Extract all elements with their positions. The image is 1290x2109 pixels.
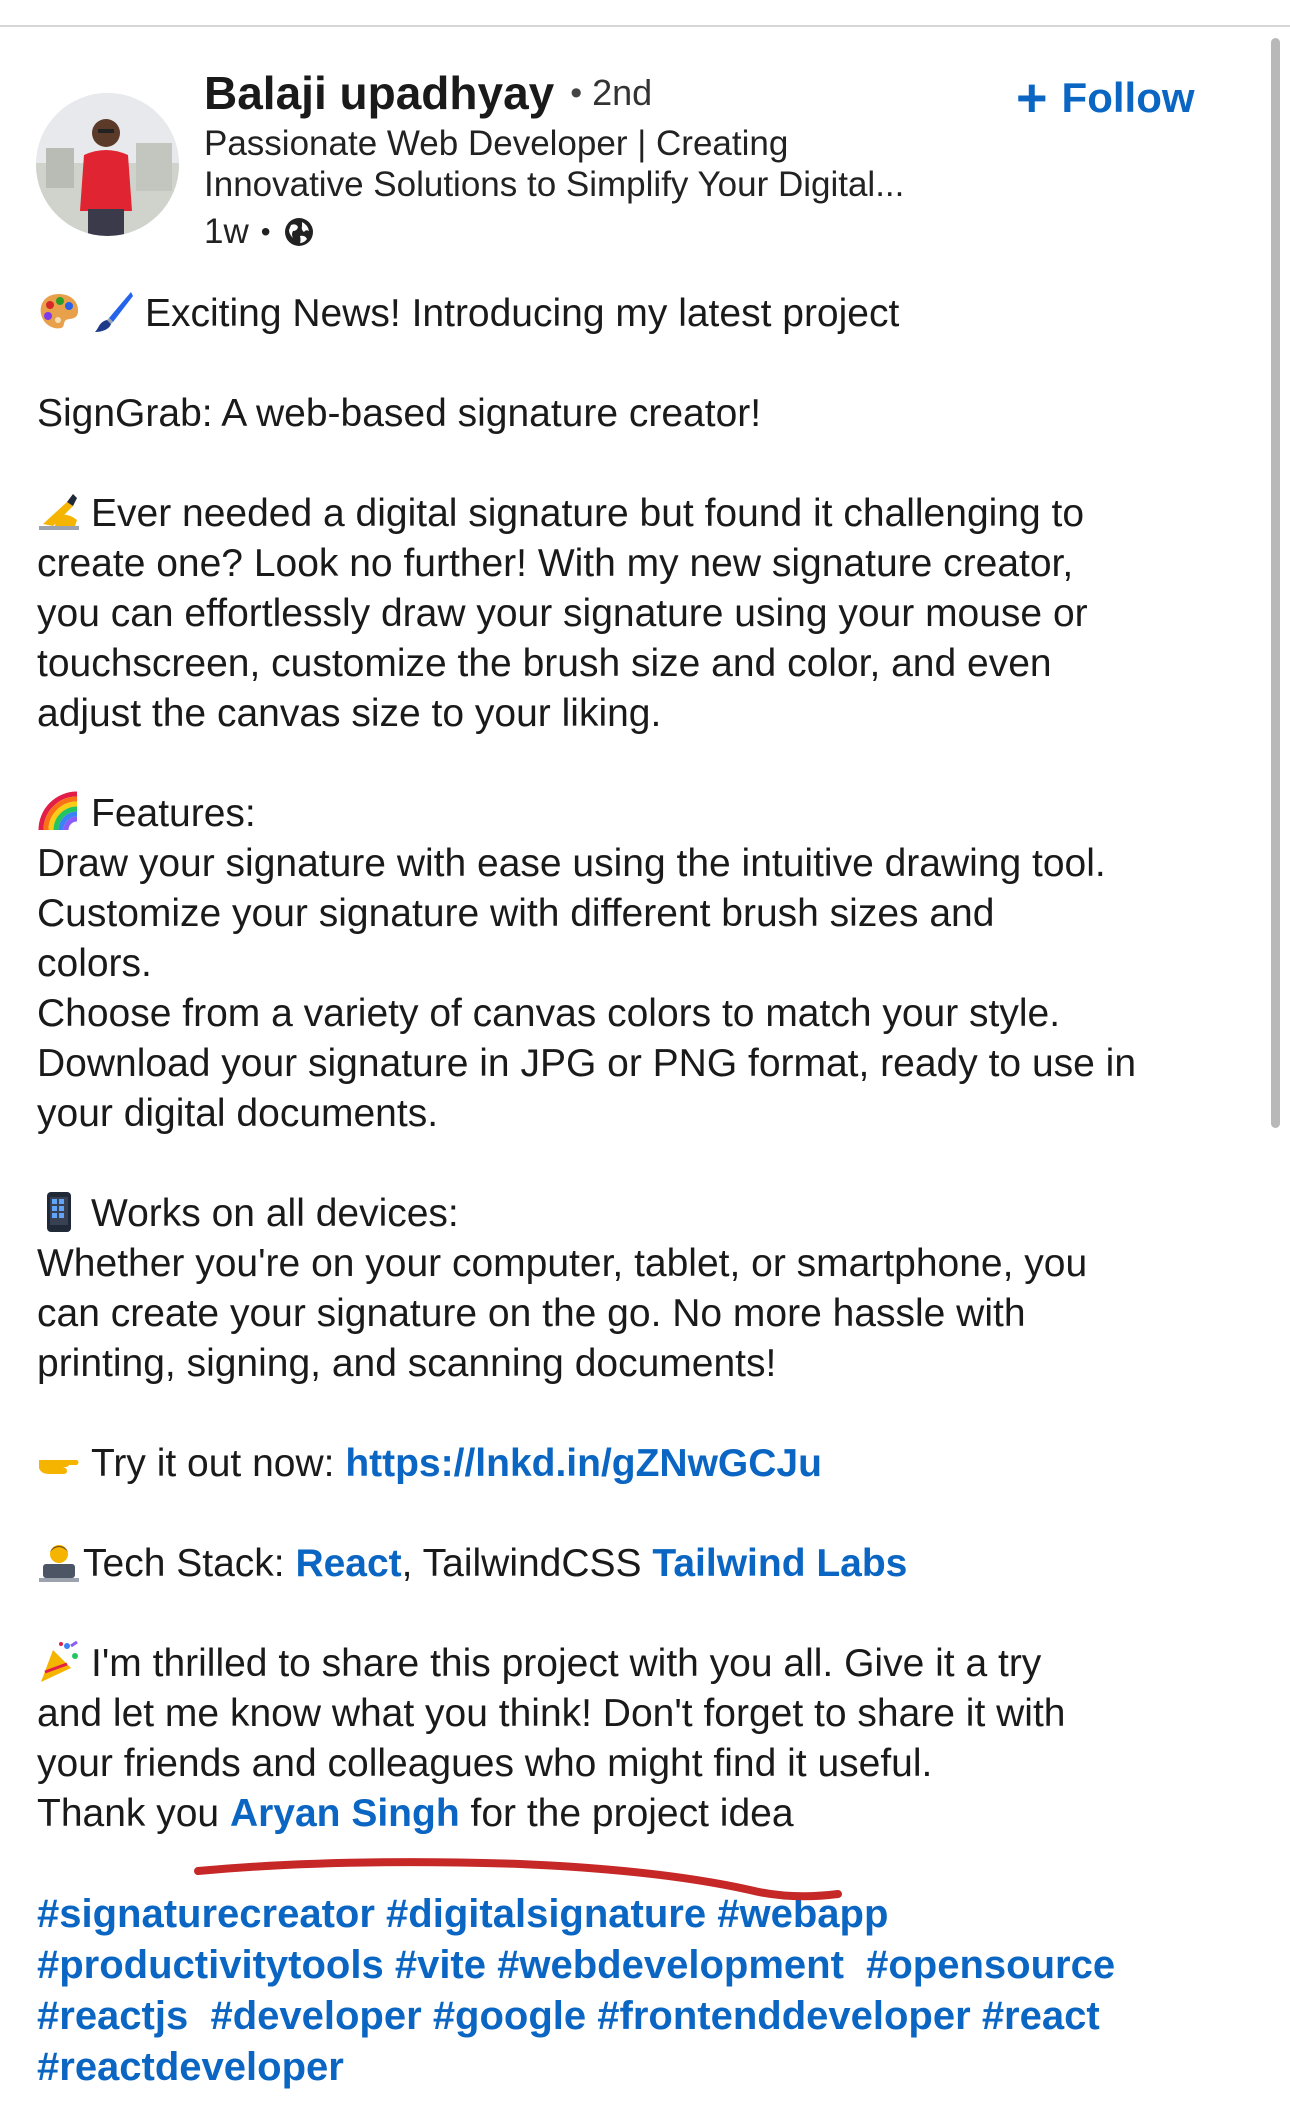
author-avatar[interactable] <box>36 93 179 236</box>
post-body: Exciting News! Introducing my latest pro… <box>37 289 1267 1889</box>
connection-degree: 2nd <box>592 72 653 113</box>
follow-button[interactable]: + Follow <box>1016 70 1195 126</box>
devices-line: Whether you're on your computer, tablet,… <box>37 1242 1088 1285</box>
separator-dot: • <box>570 73 583 112</box>
post-meta: 1w • <box>204 210 315 254</box>
features-title: Features: <box>91 792 256 835</box>
hashtag[interactable]: #reactdeveloper <box>37 2045 344 2089</box>
feature-line: Draw your signature with ease using the … <box>37 842 1106 885</box>
description-line: Ever needed a digital signature but foun… <box>91 492 1085 535</box>
description-line: you can effortlessly draw your signature… <box>37 592 1088 635</box>
top-divider <box>0 25 1290 27</box>
feature-line: colors. <box>37 942 152 985</box>
technologist-icon <box>37 1540 81 1584</box>
headline-line: Passionate Web Developer | Creating <box>204 124 789 163</box>
rainbow-icon <box>37 790 81 834</box>
feature-line: Customize your signature with different … <box>37 892 995 935</box>
features-paragraph: Features: Draw your signature with ease … <box>37 789 1267 1139</box>
project-link[interactable]: https://lnkd.in/gZNwGCJu <box>345 1442 822 1485</box>
closing-line: I'm thrilled to share this project with … <box>91 1642 1042 1685</box>
headline-line: Innovative Solutions to Simplify Your Di… <box>204 165 905 204</box>
devices-line: printing, signing, and scanning document… <box>37 1342 777 1385</box>
try-paragraph: Try it out now: https://lnkd.in/gZNwGCJu <box>37 1439 1267 1489</box>
hashtag[interactable]: #reactjs <box>37 1994 188 2038</box>
thanks-suffix: for the project idea <box>470 1792 794 1835</box>
description-line: create one? Look no further! With my new… <box>37 542 1074 585</box>
stack-tailwind-text: , TailwindCSS <box>401 1542 642 1585</box>
mention-tailwind-labs[interactable]: Tailwind Labs <box>652 1542 907 1585</box>
description-paragraph: Ever needed a digital signature but foun… <box>37 489 1267 739</box>
feature-line: your digital documents. <box>37 1092 439 1135</box>
hashtag[interactable]: #productivitytools <box>37 1943 384 1987</box>
hashtag[interactable]: #frontenddeveloper <box>597 1994 970 2038</box>
palette-icon <box>37 290 81 334</box>
devices-paragraph: Works on all devices: Whether you're on … <box>37 1189 1267 1389</box>
scrollbar[interactable] <box>1271 38 1280 1128</box>
globe-icon <box>283 216 315 248</box>
closing-line: and let me know what you think! Don't fo… <box>37 1692 1066 1735</box>
mobile-phone-icon <box>37 1190 81 1234</box>
plus-icon: + <box>1016 68 1048 128</box>
closing-paragraph: I'm thrilled to share this project with … <box>37 1639 1267 1839</box>
author-name[interactable]: Balaji upadhyay <box>204 66 554 120</box>
intro-paragraph: Exciting News! Introducing my latest pro… <box>37 289 1267 339</box>
follow-label: Follow <box>1061 74 1195 121</box>
hashtag[interactable]: #webdevelopment <box>497 1943 844 1987</box>
author-headline: Passionate Web Developer | Creating Inno… <box>204 123 1004 205</box>
title-paragraph: SignGrab: A web-based signature creator! <box>37 389 1267 439</box>
devices-title: Works on all devices: <box>91 1192 459 1235</box>
separator-dot: • <box>260 216 271 247</box>
party-popper-icon <box>37 1640 81 1684</box>
description-line: touchscreen, customize the brush size an… <box>37 642 1052 685</box>
intro-text: Exciting News! Introducing my latest pro… <box>145 292 900 335</box>
hashtag[interactable]: #vite <box>395 1943 486 1987</box>
hashtag[interactable]: #opensource <box>866 1943 1115 1987</box>
project-title: SignGrab: A web-based signature creator! <box>37 392 762 435</box>
closing-line: your friends and colleagues who might fi… <box>37 1742 933 1785</box>
hashtag[interactable]: #developer <box>210 1994 421 2038</box>
stack-label: Tech Stack: <box>83 1542 285 1585</box>
stack-paragraph: Tech Stack: React, TailwindCSS Tailwind … <box>37 1539 1267 1589</box>
pointing-hand-icon <box>37 1440 81 1484</box>
thanks-text: Thank you <box>37 1792 220 1835</box>
red-annotation-stroke <box>194 1858 842 1901</box>
hashtag[interactable]: #google <box>433 1994 586 2038</box>
mention-react[interactable]: React <box>295 1542 401 1585</box>
try-text: Try it out now: <box>91 1442 335 1485</box>
paintbrush-icon <box>91 290 135 334</box>
mention-aryan-singh[interactable]: Aryan Singh <box>230 1792 460 1835</box>
post-time: 1w <box>204 212 249 251</box>
devices-line: can create your signature on the go. No … <box>37 1292 1026 1335</box>
feature-line: Choose from a variety of canvas colors t… <box>37 992 1061 1035</box>
hashtag[interactable]: #react <box>982 1994 1100 2038</box>
writing-hand-icon <box>37 490 81 534</box>
author-name-row: Balaji upadhyay • 2nd <box>204 62 652 124</box>
description-line: adjust the canvas size to your liking. <box>37 692 662 735</box>
feature-line: Download your signature in JPG or PNG fo… <box>37 1042 1137 1085</box>
